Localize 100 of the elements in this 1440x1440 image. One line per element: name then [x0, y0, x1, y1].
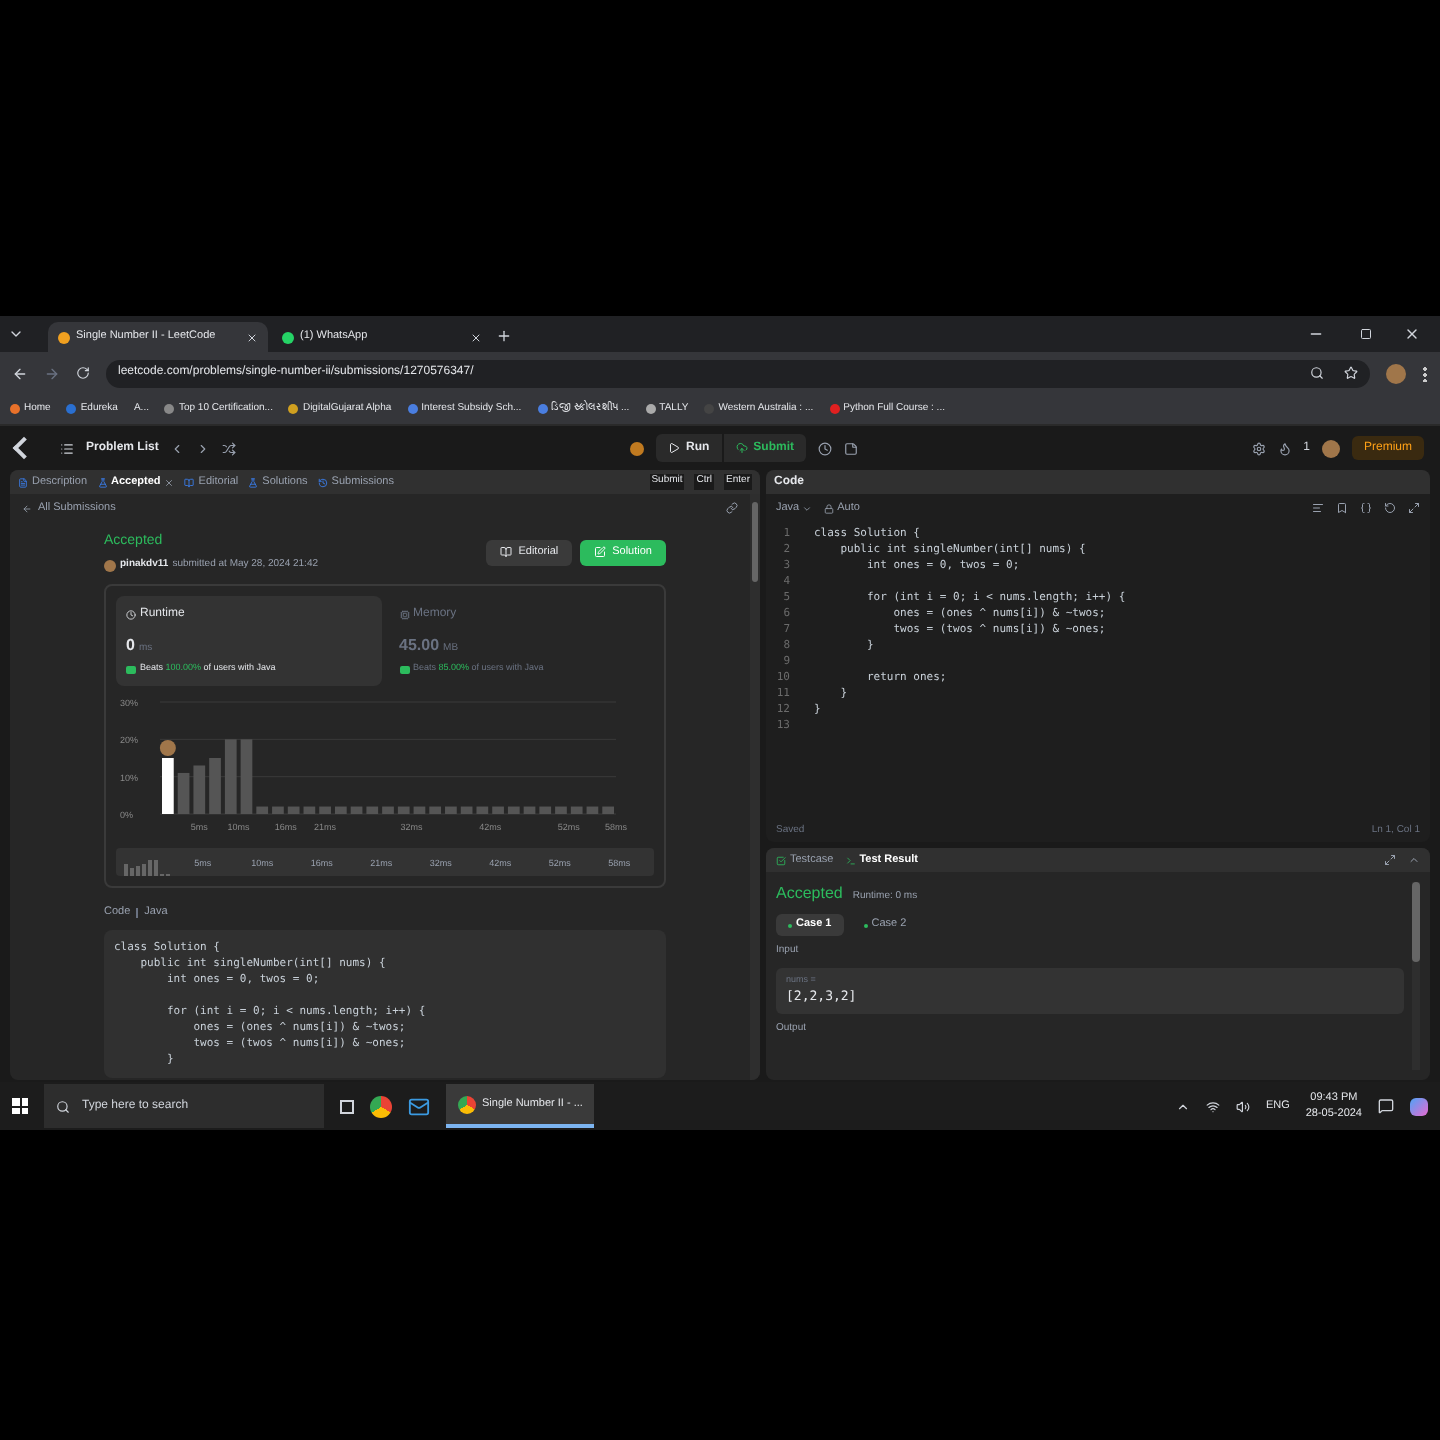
- user-avatar: [104, 559, 116, 571]
- terminal-icon: [845, 855, 856, 865]
- timer-icon[interactable]: [818, 441, 832, 455]
- bookmark-icon: [407, 404, 418, 414]
- browser-icon: [458, 1095, 476, 1113]
- bar: [397, 806, 410, 814]
- bar: [555, 806, 567, 814]
- reload-icon[interactable]: [76, 366, 90, 380]
- close-icon[interactable]: [246, 331, 258, 343]
- caret-icon: [801, 503, 812, 513]
- bar: [272, 806, 284, 814]
- bar: [602, 806, 614, 814]
- play-icon: [667, 442, 680, 454]
- user-avatar[interactable]: [1321, 439, 1340, 457]
- stat-value: 45.00: [399, 634, 440, 659]
- bar: [413, 806, 426, 814]
- forward-icon[interactable]: [44, 365, 60, 381]
- notification-icon[interactable]: [1378, 1098, 1394, 1114]
- bookmark-star-icon[interactable]: [1344, 366, 1358, 380]
- bookmark-icon: [10, 404, 20, 414]
- bar: [570, 806, 583, 814]
- format-icon[interactable]: [1312, 502, 1324, 514]
- bookmark-icon: [66, 404, 77, 414]
- checkbox-icon: [776, 855, 786, 865]
- copilot-icon[interactable]: [1410, 1097, 1428, 1115]
- result-status: Accepted: [776, 882, 843, 906]
- bar: [523, 806, 536, 814]
- bar: [539, 806, 552, 814]
- profile-avatar[interactable]: [1386, 363, 1406, 383]
- bookmark-icon: [829, 404, 840, 414]
- bookmark-icon[interactable]: [1336, 502, 1348, 514]
- chip-icon: [399, 610, 409, 621]
- clock-icon: [126, 610, 136, 621]
- bar: [162, 758, 174, 814]
- cloud-upload-icon: [735, 442, 748, 454]
- bar: [350, 806, 363, 814]
- bar: [224, 739, 237, 814]
- menu-icon[interactable]: [1422, 365, 1428, 381]
- bar: [287, 806, 300, 814]
- bar: [334, 806, 347, 814]
- close-icon[interactable]: [1404, 326, 1420, 342]
- bar: [319, 806, 331, 814]
- bar: [303, 806, 316, 814]
- site-icon: [282, 331, 294, 343]
- book-icon: [500, 546, 513, 559]
- maximize-icon[interactable]: [1360, 328, 1372, 340]
- start-icon[interactable]: [12, 1098, 28, 1114]
- beats-icon: [399, 665, 409, 674]
- browser-icon[interactable]: [370, 1095, 392, 1117]
- tab-list-icon[interactable]: [8, 326, 24, 342]
- braces-icon[interactable]: [1360, 502, 1372, 514]
- tab-icon: [97, 477, 108, 487]
- bookmark-icon: [645, 404, 656, 414]
- previous-icon[interactable]: [170, 441, 185, 455]
- network-icon[interactable]: [1205, 1099, 1220, 1113]
- bar: [445, 806, 457, 814]
- pencil-icon: [594, 546, 607, 559]
- close-icon[interactable]: [470, 331, 482, 343]
- mini-bars-drawing: [124, 856, 170, 876]
- bar: [193, 765, 206, 814]
- task-view-icon[interactable]: [340, 1099, 354, 1113]
- volume-icon[interactable]: [1235, 1099, 1250, 1113]
- bar: [240, 739, 253, 814]
- stat-value: 0: [126, 634, 135, 659]
- tab-icon: [248, 477, 259, 487]
- shuffle-icon[interactable]: [222, 441, 237, 455]
- bar: [492, 806, 504, 814]
- bar: [366, 806, 379, 814]
- new-tab-icon[interactable]: [496, 328, 512, 344]
- bar: [429, 806, 442, 814]
- tab-icon: [184, 477, 195, 487]
- bar: [476, 806, 489, 814]
- bar: [460, 806, 473, 814]
- zoom-icon: [1310, 366, 1324, 380]
- user-marker: [159, 740, 176, 756]
- settings-icon[interactable]: [1251, 441, 1266, 455]
- search-icon: [56, 1099, 70, 1113]
- notes-icon[interactable]: [844, 441, 858, 455]
- bar: [256, 806, 269, 814]
- back-icon[interactable]: [12, 365, 28, 381]
- tab-icon: [317, 477, 328, 487]
- flame-icon: [1277, 441, 1292, 455]
- list-icon: [60, 441, 74, 455]
- bookmark-icon: [537, 404, 548, 414]
- reset-icon[interactable]: [1384, 502, 1396, 514]
- tab-icon: [18, 477, 28, 487]
- beats-icon: [126, 665, 136, 674]
- tray-icon[interactable]: [1175, 1099, 1190, 1113]
- site-icon: [58, 331, 70, 343]
- link-icon[interactable]: [726, 502, 738, 515]
- collapse-icon[interactable]: [1408, 854, 1420, 866]
- bookmark-icon: [288, 404, 299, 414]
- next-icon[interactable]: [196, 441, 211, 455]
- mail-icon[interactable]: [408, 1095, 430, 1117]
- bar: [177, 772, 190, 814]
- back-icon[interactable]: [22, 503, 32, 514]
- bar: [586, 806, 599, 814]
- bar: [209, 758, 221, 814]
- lock-icon: [823, 503, 834, 513]
- bar: [507, 806, 520, 814]
